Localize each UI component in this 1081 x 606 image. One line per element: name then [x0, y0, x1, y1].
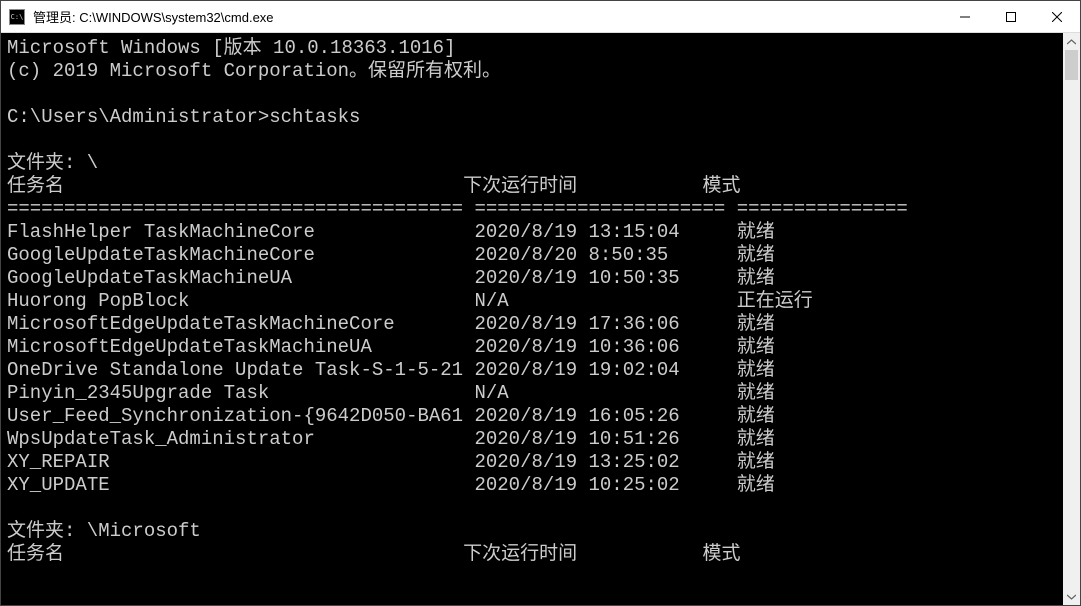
chevron-up-icon — [1067, 39, 1076, 45]
console-output: Microsoft Windows [版本 10.0.18363.1016] (… — [1, 33, 1062, 570]
scroll-down-button[interactable] — [1063, 588, 1080, 605]
minimize-icon — [960, 12, 970, 22]
scrollbar-track[interactable] — [1063, 50, 1080, 588]
vertical-scrollbar[interactable] — [1063, 33, 1080, 605]
window-controls — [942, 1, 1080, 32]
maximize-button[interactable] — [988, 1, 1034, 32]
close-button[interactable] — [1034, 1, 1080, 32]
window-title: 管理员: C:\WINDOWS\system32\cmd.exe — [33, 7, 942, 26]
minimize-button[interactable] — [942, 1, 988, 32]
console-area[interactable]: Microsoft Windows [版本 10.0.18363.1016] (… — [1, 33, 1080, 605]
close-icon — [1052, 12, 1062, 22]
scroll-up-button[interactable] — [1063, 33, 1080, 50]
scrollbar-thumb[interactable] — [1065, 50, 1078, 80]
cmd-icon: C:\ — [9, 9, 25, 25]
maximize-icon — [1006, 12, 1016, 22]
chevron-down-icon — [1067, 594, 1076, 600]
titlebar[interactable]: C:\ 管理员: C:\WINDOWS\system32\cmd.exe — [1, 1, 1080, 33]
cmd-window: C:\ 管理员: C:\WINDOWS\system32\cmd.exe Mic… — [0, 0, 1081, 606]
